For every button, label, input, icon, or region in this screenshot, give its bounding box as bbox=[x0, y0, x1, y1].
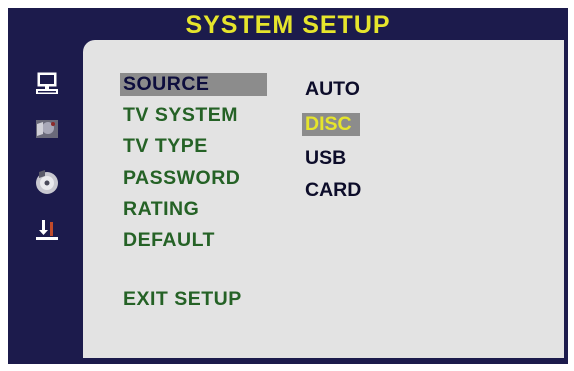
exit-setup-button[interactable]: EXIT SETUP bbox=[123, 288, 242, 311]
audio-disc-icon[interactable] bbox=[33, 168, 61, 196]
option-card[interactable]: CARD bbox=[305, 179, 361, 202]
menu-item-password[interactable]: PASSWORD bbox=[123, 167, 240, 190]
setup-panel: SOURCE TV SYSTEM TV TYPE PASSWORD RATING… bbox=[83, 40, 564, 358]
menu-item-tv-system[interactable]: TV SYSTEM bbox=[123, 104, 238, 127]
menu-item-source[interactable]: SOURCE bbox=[120, 73, 268, 96]
system-monitor-icon[interactable] bbox=[33, 70, 61, 98]
setup-window: SYSTEM SETUP SOURCE TV SYSTEM TV TYPE PA… bbox=[8, 8, 568, 364]
option-auto[interactable]: AUTO bbox=[305, 78, 360, 101]
menu-item-tv-type[interactable]: TV TYPE bbox=[123, 135, 208, 158]
window-title: SYSTEM SETUP bbox=[185, 11, 391, 39]
preference-icon[interactable] bbox=[33, 216, 61, 244]
option-usb[interactable]: USB bbox=[305, 147, 346, 170]
menu-item-default[interactable]: DEFAULT bbox=[123, 229, 215, 252]
menu-item-rating[interactable]: RATING bbox=[123, 198, 199, 221]
option-disc[interactable]: DISC bbox=[302, 113, 360, 136]
language-icon[interactable] bbox=[33, 116, 61, 144]
